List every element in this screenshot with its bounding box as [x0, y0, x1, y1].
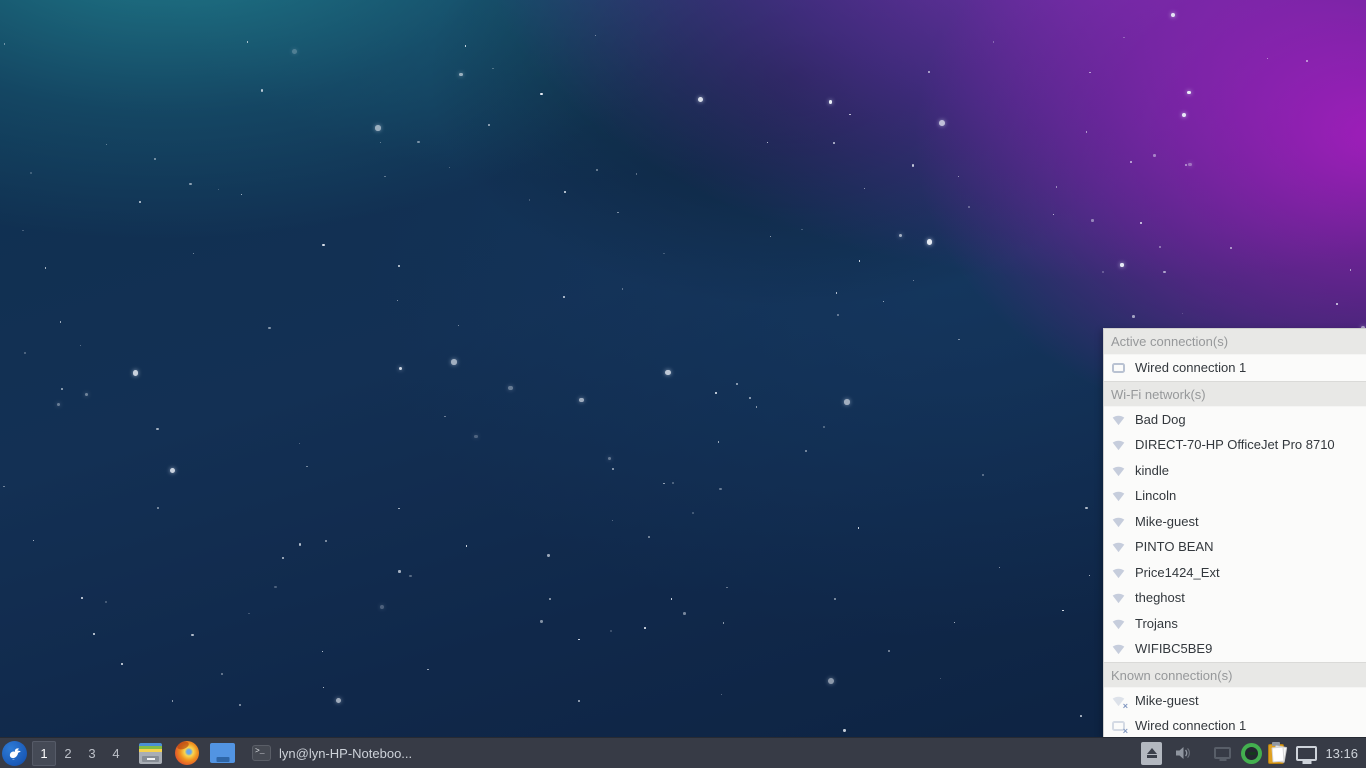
- wifi-network-item[interactable]: theghost: [1104, 585, 1366, 611]
- clipboard-icon: [1268, 742, 1290, 765]
- menu-item-label: Bad Dog: [1135, 412, 1186, 427]
- network-tray-button[interactable]: [1296, 740, 1317, 767]
- task-button-label: lyn@lyn-HP-Noteboo...: [279, 746, 412, 761]
- firefox-launcher[interactable]: [173, 740, 200, 767]
- wifi-icon: [1111, 616, 1126, 631]
- menu-item-label: Wired connection 1: [1135, 360, 1246, 375]
- menu-item-label: PINTO BEAN: [1135, 539, 1214, 554]
- wifi-network-item[interactable]: Trojans: [1104, 611, 1366, 637]
- workspace-switcher: 1 2 3 4: [32, 738, 128, 768]
- clipboard-tray-button[interactable]: [1268, 740, 1290, 767]
- menu-item-label: Lincoln: [1135, 488, 1176, 503]
- lubuntu-bird-icon: [2, 741, 27, 766]
- wifi-known-icon: ×: [1111, 693, 1126, 708]
- menu-item-label: Mike-guest: [1135, 514, 1199, 529]
- section-header-known-connections: Known connection(s): [1104, 662, 1366, 688]
- menu-item-label: DIRECT-70-HP OfficeJet Pro 8710: [1135, 437, 1335, 452]
- wifi-icon: [1111, 514, 1126, 529]
- menu-item-label: kindle: [1135, 463, 1169, 478]
- volume-tray-button[interactable]: [1174, 740, 1192, 767]
- eject-tray-button[interactable]: [1141, 740, 1162, 767]
- wifi-network-item[interactable]: Mike-guest: [1104, 509, 1366, 535]
- file-manager-launcher[interactable]: [137, 740, 164, 767]
- wifi-network-item[interactable]: Lincoln: [1104, 483, 1366, 509]
- status-green-icon: [1241, 743, 1262, 764]
- file-manager-icon: [139, 743, 162, 764]
- menu-item-label: Mike-guest: [1135, 693, 1199, 708]
- remove-badge: ×: [1123, 702, 1128, 711]
- wifi-icon: [1111, 590, 1126, 605]
- workspace-2[interactable]: 2: [56, 741, 80, 766]
- menu-item-label: Price1424_Ext: [1135, 565, 1220, 580]
- clock[interactable]: 13:16: [1317, 746, 1366, 761]
- display-dim-icon: [1214, 747, 1231, 759]
- wifi-network-item[interactable]: Bad Dog: [1104, 407, 1366, 433]
- wifi-network-item[interactable]: PINTO BEAN: [1104, 534, 1366, 560]
- workspace-1[interactable]: 1: [32, 741, 56, 766]
- wifi-icon: [1111, 488, 1126, 503]
- known-connection-item[interactable]: × Wired connection 1: [1104, 713, 1366, 737]
- wifi-icon: [1111, 565, 1126, 580]
- wired-connection-icon: [1111, 360, 1126, 375]
- desktop-icon: [210, 743, 235, 763]
- quick-launch: [137, 738, 236, 768]
- section-header-wifi-networks: Wi-Fi network(s): [1104, 381, 1366, 407]
- wifi-network-item[interactable]: DIRECT-70-HP OfficeJet Pro 8710: [1104, 432, 1366, 458]
- task-button-terminal[interactable]: >_ lyn@lyn-HP-Noteboo...: [246, 740, 418, 767]
- eject-icon: [1141, 742, 1162, 765]
- remove-badge: ×: [1123, 727, 1128, 736]
- wifi-network-item[interactable]: WIFIBC5BE9: [1104, 636, 1366, 662]
- wifi-icon: [1111, 641, 1126, 656]
- section-header-active-connections: Active connection(s): [1104, 329, 1366, 355]
- taskbar: 1 2 3 4 >_ lyn@lyn-HP-Noteboo...: [0, 737, 1366, 768]
- workspace-4[interactable]: 4: [104, 741, 128, 766]
- wifi-icon: [1111, 437, 1126, 452]
- firefox-icon: [175, 741, 199, 765]
- menu-item-label: Wired connection 1: [1135, 718, 1246, 733]
- wifi-icon: [1111, 463, 1126, 478]
- main-menu-button[interactable]: [0, 738, 29, 769]
- desktop-launcher[interactable]: [209, 740, 236, 767]
- known-connection-item[interactable]: × Mike-guest: [1104, 688, 1366, 714]
- workspace-3[interactable]: 3: [80, 741, 104, 766]
- menu-item-label: Trojans: [1135, 616, 1178, 631]
- wifi-icon: [1111, 539, 1126, 554]
- network-menu: Active connection(s) Wired connection 1 …: [1103, 328, 1366, 737]
- wifi-network-item[interactable]: kindle: [1104, 458, 1366, 484]
- wired-known-icon: ×: [1111, 718, 1126, 733]
- menu-item-wired-connection[interactable]: Wired connection 1: [1104, 355, 1366, 381]
- menu-item-label: theghost: [1135, 590, 1185, 605]
- network-monitor-icon: [1296, 746, 1317, 761]
- wifi-network-item[interactable]: Price1424_Ext: [1104, 560, 1366, 586]
- volume-icon: [1174, 745, 1192, 761]
- status-tray-button[interactable]: [1241, 740, 1262, 767]
- wifi-icon: [1111, 412, 1126, 427]
- display-tray-button[interactable]: [1214, 740, 1231, 767]
- menu-item-label: WIFIBC5BE9: [1135, 641, 1212, 656]
- terminal-icon: >_: [252, 745, 271, 761]
